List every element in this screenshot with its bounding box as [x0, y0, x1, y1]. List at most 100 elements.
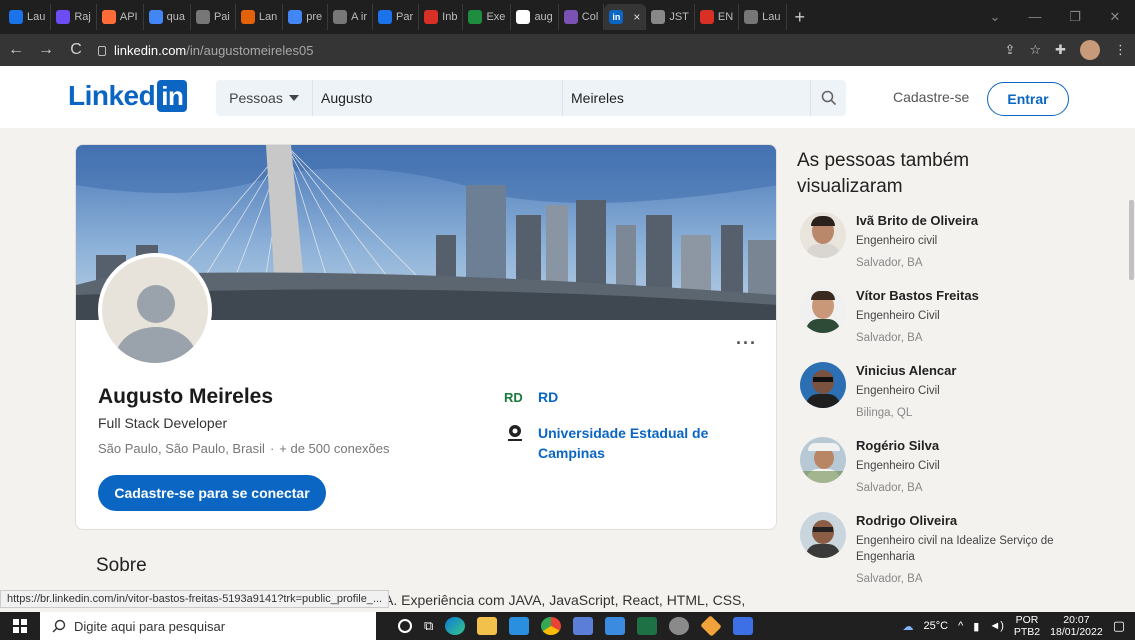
browser-tab[interactable]: Col	[559, 4, 605, 30]
sidebar-person-card[interactable]: Vítor Bastos Freitas Engenheiro Civil Sa…	[800, 287, 1090, 346]
tab-label: pre	[306, 11, 323, 23]
browser-tab[interactable]: in ×	[604, 4, 647, 30]
forward-arrow-icon[interactable]: →	[38, 41, 54, 59]
browser-tab[interactable]: pre	[283, 4, 329, 30]
browser-tab[interactable]: JST	[646, 4, 695, 30]
separator-dot: ·	[269, 441, 275, 456]
windows-start-icon[interactable]	[0, 619, 40, 633]
settings-icon[interactable]	[669, 617, 690, 635]
chrome-icon[interactable]	[541, 617, 562, 635]
person-name: Vinicius Alencar	[856, 363, 957, 378]
app-icon[interactable]	[733, 617, 754, 635]
person-avatar	[800, 437, 846, 483]
person-name: Rodrigo Oliveira	[856, 513, 958, 528]
menu-dots-icon[interactable]: ⋮	[1114, 42, 1127, 58]
google-icon	[288, 10, 303, 24]
experience-item-rd[interactable]: RD RD	[504, 387, 558, 407]
new-tab-icon[interactable]: +	[787, 7, 814, 28]
browser-tab[interactable]: API	[97, 4, 144, 30]
clock[interactable]: 20:07 18/01/2022	[1050, 614, 1103, 638]
sidebar-person-card[interactable]: Rodrigo Oliveira Engenheiro civil na Ide…	[800, 512, 1090, 587]
language-indicator[interactable]: POR PTB2	[1014, 614, 1040, 638]
browser-tab[interactable]: aug	[511, 4, 559, 30]
vscode-icon[interactable]	[509, 617, 530, 635]
excel-icon[interactable]	[637, 617, 658, 635]
browser-tab[interactable]: A ir	[328, 4, 374, 30]
gmail-icon	[424, 10, 439, 24]
signup-link[interactable]: Cadastre-se	[893, 89, 969, 105]
globe-icon	[744, 10, 759, 24]
person-location: Bilinga, QL	[856, 407, 913, 419]
back-arrow-icon[interactable]: ←	[8, 41, 24, 59]
svg-text:RD: RD	[504, 390, 523, 404]
app-icon[interactable]	[573, 617, 594, 635]
search-type-select[interactable]: Pessoas	[216, 90, 312, 106]
close-tab-icon[interactable]: ×	[633, 10, 640, 24]
profile-headline: Full Stack Developer	[98, 415, 228, 431]
taskbar-search-field[interactable]: Digite aqui para pesquisar	[40, 612, 376, 640]
browser-tab[interactable]: Par	[373, 4, 420, 30]
tab-label: JST	[669, 11, 689, 23]
weather-icon[interactable]: ☁	[903, 620, 914, 633]
last-name-input[interactable]: Meireles	[562, 80, 810, 116]
file-explorer-icon[interactable]	[477, 617, 498, 635]
star-icon[interactable]: ☆	[1029, 42, 1041, 58]
sidebar-person-card[interactable]: Ivã Brito de Oliveira Engenheiro civil S…	[800, 212, 1090, 271]
browser-tab[interactable]: Inb	[419, 4, 464, 30]
browser-tab[interactable]: Raj	[51, 4, 97, 30]
chevron-up-icon[interactable]: ^	[958, 620, 963, 632]
reload-icon[interactable]: C	[68, 41, 84, 59]
person-title: Engenheiro civil na Idealize Serviço de …	[856, 535, 1054, 563]
browser-profile-avatar[interactable]	[1080, 40, 1100, 60]
person-avatar	[800, 362, 846, 408]
language-code: POR	[1015, 614, 1039, 626]
browser-tab[interactable]: Lan	[236, 4, 284, 30]
browser-tab[interactable]: Lau	[4, 4, 52, 30]
minimize-icon[interactable]: —	[1015, 9, 1055, 25]
person-location: Salvador, BA	[856, 573, 923, 585]
edge-icon[interactable]	[445, 617, 466, 635]
browser-tab[interactable]: qua	[144, 4, 191, 30]
weather-temp[interactable]: 25°C	[924, 620, 949, 632]
sidebar-person-card[interactable]: Vinicius Alencar Engenheiro Civil Biling…	[800, 362, 1090, 421]
signup-to-connect-button[interactable]: Cadastre-se para se conectar	[98, 475, 326, 511]
app-icon[interactable]	[605, 617, 626, 635]
link-status-url: https://br.linkedin.com/in/vitor-bastos-…	[0, 590, 390, 608]
github-icon	[516, 10, 531, 24]
address-bar-actions: ⇪ ☆ ✚ ⋮	[1005, 40, 1127, 60]
profile-name: Augusto Meireles	[98, 385, 274, 408]
caret-down-icon	[288, 95, 299, 101]
volume-icon[interactable]: ◄)	[989, 620, 1004, 632]
chevron-down-icon[interactable]: ⌄	[975, 9, 1015, 25]
network-icon[interactable]: ▮	[973, 620, 979, 633]
person-avatar	[800, 287, 846, 333]
university-logo-icon	[504, 423, 526, 443]
more-options-icon[interactable]: ···	[736, 333, 757, 354]
sidebar-person-card[interactable]: Rogério Silva Engenheiro Civil Salvador,…	[800, 437, 1090, 496]
browser-tab[interactable]: Lau	[739, 4, 787, 30]
person-location: Salvador, BA	[856, 332, 923, 344]
page-scrollbar[interactable]	[1129, 200, 1134, 280]
notifications-icon[interactable]: ▢	[1113, 618, 1125, 634]
first-name-input[interactable]: Augusto	[312, 80, 562, 116]
search-icon[interactable]	[810, 80, 846, 116]
task-view-icon[interactable]: ⧉	[424, 618, 433, 634]
maximize-icon[interactable]: ❐	[1055, 9, 1095, 25]
search-type-label: Pessoas	[229, 90, 283, 106]
education-item-unicamp[interactable]: Universidade Estadual de Campinas	[504, 423, 718, 463]
app-icon[interactable]	[700, 615, 723, 637]
signin-button[interactable]: Entrar	[987, 82, 1069, 116]
person-location: Salvador, BA	[856, 257, 923, 269]
linkedin-logo[interactable]: Linked in	[68, 80, 188, 112]
browser-tab[interactable]: Pai	[191, 4, 236, 30]
education-label: Universidade Estadual de Campinas	[538, 425, 709, 461]
cortana-icon[interactable]	[398, 619, 412, 633]
profile-location: São Paulo, São Paulo, Brasil	[98, 441, 265, 456]
extensions-icon[interactable]: ✚	[1055, 42, 1066, 58]
browser-tab[interactable]: Exe	[463, 4, 512, 30]
share-icon[interactable]: ⇪	[1005, 42, 1016, 58]
close-window-icon[interactable]: ✕	[1095, 9, 1135, 25]
url-field[interactable]: linkedin.com/in/augustomeireles05	[98, 43, 991, 58]
window-controls: ⌄ — ❐ ✕	[975, 9, 1135, 25]
browser-tab[interactable]: EN	[695, 4, 740, 30]
